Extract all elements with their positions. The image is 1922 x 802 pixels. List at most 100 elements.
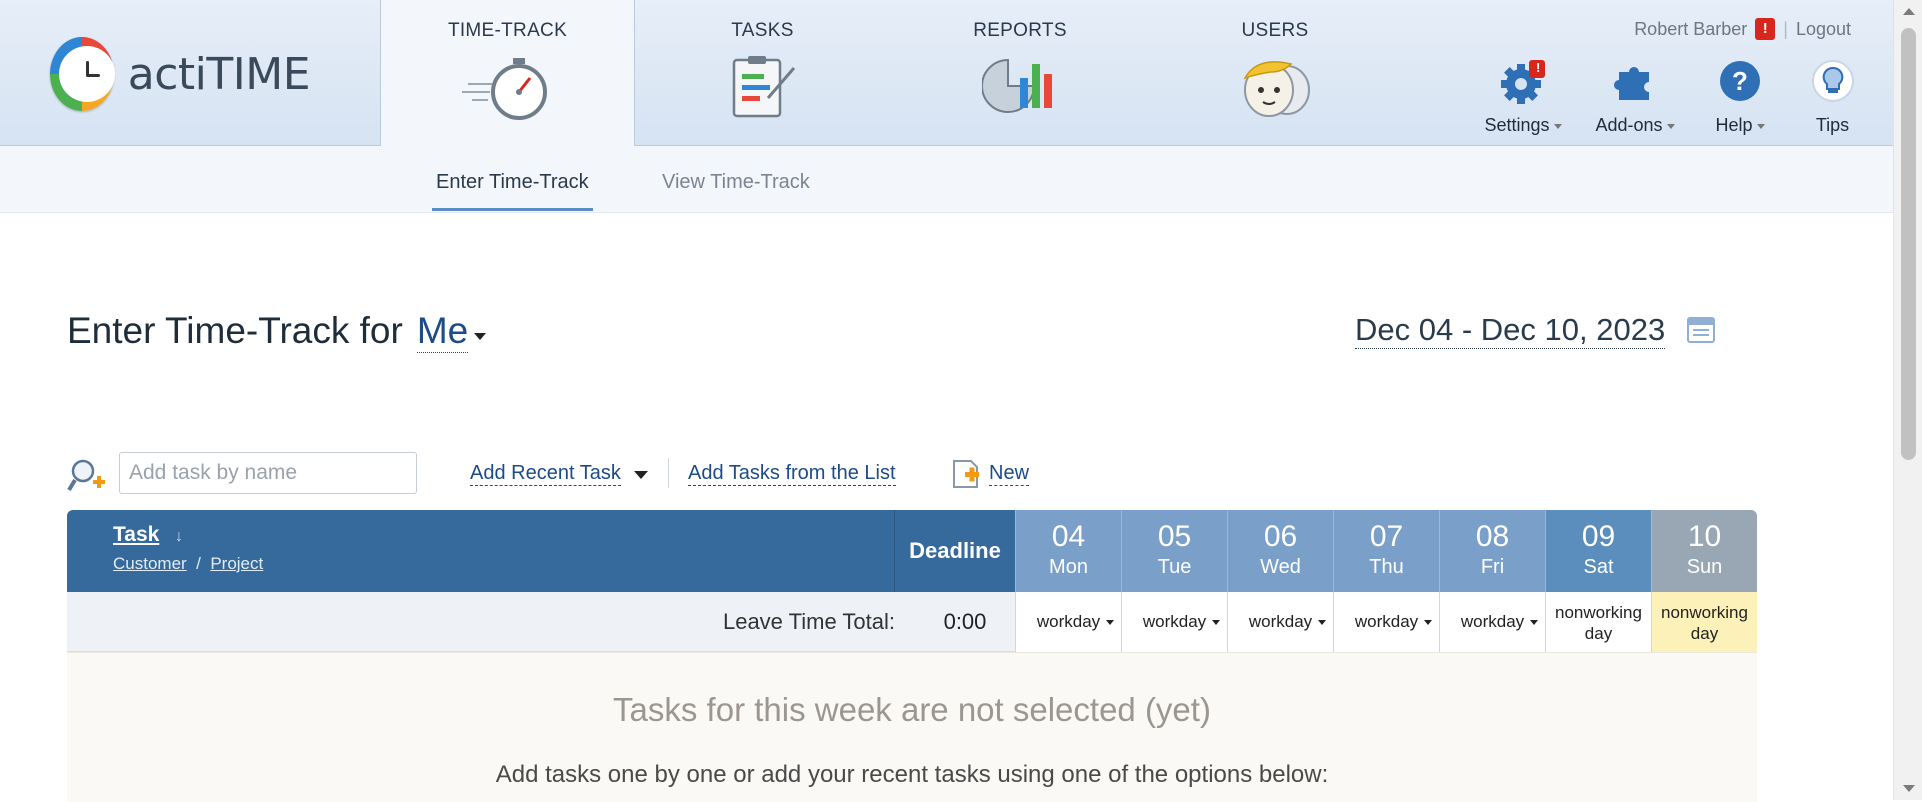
scroll-down-icon[interactable] [1903, 785, 1915, 792]
logo-text: actiTIME [127, 48, 311, 100]
day-type-dropdown[interactable]: workday [1015, 592, 1121, 652]
settings-button[interactable]: ! Settings [1478, 58, 1568, 136]
tab-time-track[interactable]: TIME-TRACK [380, 0, 635, 147]
customer-project-header: Customer / Project [113, 554, 263, 574]
day-header: 07 Thu [1333, 510, 1439, 592]
day-number: 08 [1475, 520, 1510, 553]
day-name: Fri [1480, 556, 1505, 578]
day-name: Thu [1369, 556, 1404, 578]
subnav: Enter Time-Track View Time-Track [0, 146, 1893, 213]
clipboard-tasks-icon [732, 56, 795, 118]
help-label: Help [1715, 115, 1753, 135]
users-face-icon [1243, 61, 1310, 117]
day-type-line1: nonworking [1661, 603, 1748, 622]
day-type-cell: nonworking day [1651, 592, 1757, 652]
addons-button[interactable]: Add-ons [1590, 58, 1680, 136]
day-type-dropdown[interactable]: workday [1227, 592, 1333, 652]
day-header: 09 Sat [1545, 510, 1651, 592]
day-header: 05 Tue [1121, 510, 1227, 592]
day-type-value: workday [1460, 612, 1525, 631]
slash-separator: / [196, 554, 201, 573]
search-add-icon [67, 459, 105, 492]
new-task-link[interactable]: New [989, 462, 1030, 486]
table-header: Task ↓ Customer / Project Deadline 04 Mo… [67, 510, 1757, 592]
empty-state: Tasks for this week are not selected (ye… [67, 652, 1757, 802]
tab-time-track-label: TIME-TRACK [447, 20, 568, 41]
add-recent-task-link[interactable]: Add Recent Task [470, 462, 621, 486]
chevron-down-icon[interactable] [474, 333, 487, 340]
divider [668, 458, 669, 488]
tips-label: Tips [1815, 115, 1850, 135]
help-icon: ? [1720, 61, 1760, 101]
chevron-down-icon [1756, 123, 1765, 129]
project-sort-link[interactable]: Project [210, 554, 263, 573]
add-tasks-from-list-link[interactable]: Add Tasks from the List [688, 462, 896, 486]
add-task-input[interactable] [119, 452, 417, 494]
date-range-picker[interactable]: Dec 04 - Dec 10, 2023 [1355, 312, 1666, 349]
customer-sort-link[interactable]: Customer [113, 554, 187, 573]
subtab-enter-time-track[interactable]: Enter Time-Track [432, 171, 593, 211]
day-number: 07 [1369, 520, 1404, 553]
sort-down-icon[interactable]: ↓ [175, 528, 183, 546]
subtab-view-time-track[interactable]: View Time-Track [662, 171, 810, 194]
tab-tasks-label: TASKS [731, 20, 794, 41]
user-separator: | [1783, 18, 1788, 39]
day-type-value: workday [1036, 612, 1101, 631]
leave-time-row: Leave Time Total: 0:00 workday workday w… [67, 592, 1757, 652]
day-type-value: workday [1142, 612, 1207, 631]
chevron-down-icon [1424, 620, 1432, 625]
day-number: 04 [1051, 520, 1086, 553]
addons-label: Add-ons [1595, 115, 1663, 135]
day-type-value: workday [1354, 612, 1419, 631]
top-header: actiTIME TIME-TRACK TASKS REPORTS USERS … [0, 0, 1893, 147]
day-type-dropdown[interactable]: workday [1121, 592, 1227, 652]
help-button[interactable]: ? Help [1710, 58, 1770, 136]
tab-reports[interactable]: REPORTS [940, 0, 1100, 146]
day-header: 10 Sun [1651, 510, 1757, 592]
task-column-header: Task ↓ Customer / Project [67, 510, 895, 592]
settings-label: Settings [1484, 115, 1550, 135]
tips-button[interactable]: Tips [1805, 58, 1860, 136]
day-type-line1: nonworking [1555, 603, 1642, 622]
day-header: 06 Wed [1227, 510, 1333, 592]
page-title: Enter Time-Track for Me [67, 310, 487, 353]
new-task-icon[interactable] [951, 458, 983, 490]
day-header: 08 Fri [1439, 510, 1545, 592]
day-type-dropdown[interactable]: workday [1439, 592, 1545, 652]
user-selector-dropdown[interactable]: Me [416, 310, 469, 353]
chevron-down-icon [1318, 620, 1326, 625]
day-type-cell: nonworking day [1545, 592, 1651, 652]
page-scrollbar[interactable] [1893, 0, 1922, 800]
page-title-text: Enter Time-Track for [67, 310, 403, 351]
user-bar: Robert Barber ! | Logout [1634, 18, 1851, 40]
day-name: Tue [1157, 556, 1192, 578]
chevron-down-icon[interactable] [634, 471, 648, 479]
actitime-logo[interactable]: actiTIME [50, 34, 311, 114]
settings-badge: ! [1536, 60, 1541, 75]
scroll-up-icon[interactable] [1903, 8, 1915, 15]
user-name[interactable]: Robert Barber [1634, 19, 1747, 40]
day-number: 09 [1581, 520, 1616, 553]
chevron-down-icon [1106, 620, 1114, 625]
deadline-column-header: Deadline [895, 510, 1015, 592]
svg-text:?: ? [1732, 66, 1748, 96]
day-name: Sun [1686, 556, 1723, 578]
time-track-table: Task ↓ Customer / Project Deadline 04 Mo… [67, 510, 1757, 802]
task-sort-link[interactable]: Task [113, 523, 159, 547]
alert-icon[interactable]: ! [1755, 18, 1776, 40]
tab-users[interactable]: USERS [1195, 0, 1355, 146]
logo-clock-icon [50, 37, 115, 111]
day-number: 10 [1687, 520, 1722, 553]
day-type-value: workday [1248, 612, 1313, 631]
empty-state-subtitle: Add tasks one by one or add your recent … [495, 761, 1329, 788]
tab-tasks[interactable]: TASKS [680, 0, 845, 146]
logout-link[interactable]: Logout [1796, 19, 1851, 40]
tab-reports-label: REPORTS [973, 20, 1067, 41]
chevron-down-icon [1212, 620, 1220, 625]
reports-chart-icon [982, 58, 1052, 113]
empty-state-title: Tasks for this week are not selected (ye… [613, 691, 1211, 728]
scrollbar-thumb[interactable] [1901, 28, 1916, 460]
day-type-dropdown[interactable]: workday [1333, 592, 1439, 652]
calendar-icon[interactable] [1686, 314, 1716, 344]
chevron-down-icon [1530, 620, 1538, 625]
